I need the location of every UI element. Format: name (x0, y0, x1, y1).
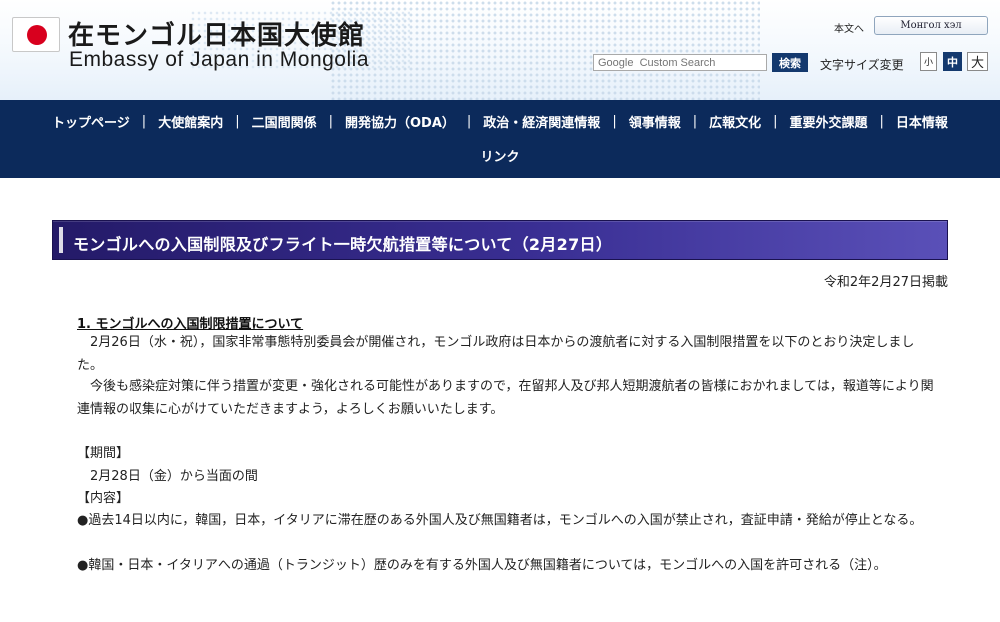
nav-row-1: トップページ | 大使館案内 | 二国間関係 | 開発協力（ODA） | 政治・… (0, 111, 1000, 131)
nav-item-oda[interactable]: 開発協力（ODA） (345, 112, 455, 131)
flag-sun (27, 25, 47, 45)
nav-row-2: リンク (0, 145, 1000, 165)
nav-separator: | (235, 113, 240, 129)
nav-item-bilateral-relations[interactable]: 二国間関係 (252, 112, 317, 131)
japan-flag-icon (12, 17, 60, 52)
mongolian-language-button[interactable]: Монгол хэл (874, 16, 988, 35)
font-size-medium-button[interactable]: 中 (943, 52, 962, 71)
list-item-entry-ban: ●過去14日以内に，韓国，日本，イタリアに滞在歴のある外国人及び無国籍者は，モン… (77, 513, 923, 528)
skip-to-content-link[interactable]: 本文へ (834, 20, 864, 35)
nav-separator: | (773, 113, 778, 129)
nav-item-japan-info[interactable]: 日本情報 (896, 112, 948, 131)
nav-item-consular[interactable]: 領事情報 (629, 112, 681, 131)
page-title-bar: モンゴルへの入国制限及びフライト一時欠航措置等について（2月27日） (52, 220, 948, 260)
font-size-small-button[interactable]: 小 (920, 52, 937, 71)
nav-separator: | (612, 113, 617, 129)
nav-item-links[interactable]: リンク (480, 146, 519, 165)
nav-separator: | (692, 113, 698, 129)
page-title: モンゴルへの入国制限及びフライト一時欠航措置等について（2月27日） (73, 235, 613, 254)
search-button[interactable]: 検索 (772, 53, 808, 72)
site-title-japanese[interactable]: 在モンゴル日本国大使館 (68, 15, 365, 52)
font-size-label: 文字サイズ変更 (820, 58, 904, 72)
paragraph-advisory: 今後も感染症対策に伴う措置が変更・強化される可能性がありますので，在留邦人及び邦… (77, 379, 934, 417)
nav-item-embassy-guide[interactable]: 大使館案内 (158, 112, 223, 131)
list-item-transit: ●韓国・日本・イタリアへの通過（トランジット）歴のみを有する外国人及び無国籍者に… (77, 558, 887, 573)
site-header: 在モンゴル日本国大使館 Embassy of Japan in Mongolia… (0, 0, 1000, 100)
nav-separator: | (141, 113, 147, 129)
site-title-english[interactable]: Embassy of Japan in Mongolia (69, 48, 369, 72)
period-value: 2月28日（金）から当面の間 (90, 469, 258, 484)
content-label: 【内容】 (77, 491, 130, 506)
nav-item-politics-economy[interactable]: 政治・経済関連情報 (483, 112, 600, 131)
nav-item-diplomatic-issues[interactable]: 重要外交課題 (790, 112, 868, 131)
nav-item-public-culture[interactable]: 広報文化 (709, 112, 761, 131)
period-label: 【期間】 (77, 446, 130, 461)
search-input[interactable] (593, 54, 767, 71)
main-navigation: トップページ | 大使館案内 | 二国間関係 | 開発協力（ODA） | 政治・… (0, 100, 1000, 178)
nav-separator: | (879, 113, 884, 129)
font-size-large-button[interactable]: 大 (967, 52, 988, 71)
paragraph-decision: 2月26日（水・祝），国家非常事態特別委員会が開催され，モンゴル政府は日本からの… (77, 335, 915, 373)
nav-separator: | (466, 113, 472, 129)
section-heading-entry-restrictions: 1. モンゴルへの入国制限措置について (77, 317, 304, 332)
nav-separator: | (328, 113, 333, 129)
nav-item-top-page[interactable]: トップページ (52, 112, 130, 131)
post-date: 令和2年2月27日掲載 (823, 275, 948, 290)
